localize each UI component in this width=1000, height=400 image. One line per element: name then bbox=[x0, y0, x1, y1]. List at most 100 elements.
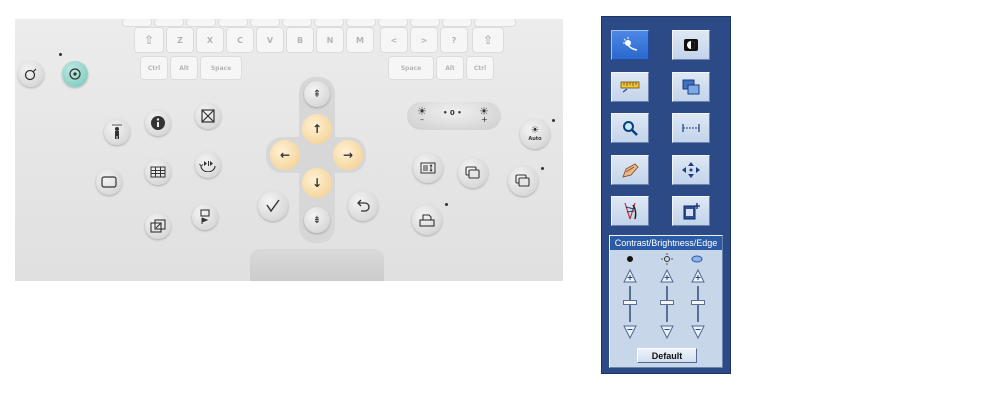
annotate-button[interactable] bbox=[611, 155, 649, 185]
auto-label: Auto bbox=[528, 136, 542, 142]
export-icon bbox=[150, 219, 166, 233]
top-key bbox=[155, 19, 183, 26]
brightness-slider-knob[interactable] bbox=[660, 300, 674, 305]
undo-button[interactable] bbox=[348, 191, 378, 221]
trackpad[interactable] bbox=[250, 249, 384, 281]
arrow-left-button[interactable]: ← bbox=[270, 140, 300, 170]
invert-icon bbox=[684, 39, 698, 51]
distance-measure-button[interactable] bbox=[672, 113, 710, 143]
ruler-icon bbox=[620, 81, 640, 93]
single-screen-button[interactable] bbox=[96, 169, 122, 195]
contrast-icon bbox=[627, 256, 633, 262]
arrow-up-button[interactable]: ↑ bbox=[302, 114, 332, 144]
page-up-button[interactable]: ⇞ bbox=[304, 81, 330, 107]
mode-button[interactable] bbox=[18, 61, 44, 87]
export-image-button[interactable] bbox=[145, 213, 171, 239]
circle-pointer-icon bbox=[24, 68, 37, 81]
arrow-down-button[interactable]: ↓ bbox=[302, 168, 332, 198]
key-period[interactable]: > bbox=[411, 28, 437, 52]
cine-loop-icon bbox=[199, 161, 216, 172]
confirm-button[interactable] bbox=[258, 191, 288, 221]
add-image-icon bbox=[683, 203, 700, 220]
screen-icon bbox=[101, 176, 117, 188]
key-comma[interactable]: < bbox=[381, 28, 407, 52]
grid-layout-button[interactable] bbox=[145, 159, 171, 185]
flag-icon bbox=[200, 209, 210, 224]
move-arrows-icon bbox=[682, 162, 700, 178]
key-x[interactable]: X bbox=[197, 28, 223, 52]
brightness-down-button[interactable] bbox=[660, 325, 674, 339]
print-button[interactable] bbox=[412, 205, 442, 235]
target-mode-button[interactable] bbox=[62, 61, 88, 87]
info-icon bbox=[151, 116, 165, 130]
key-b[interactable]: B bbox=[287, 28, 313, 52]
top-key bbox=[475, 19, 515, 26]
key-alt-right[interactable]: Alt bbox=[437, 57, 463, 79]
key-z[interactable]: Z bbox=[167, 28, 193, 52]
zoom-button[interactable] bbox=[611, 113, 649, 143]
cine-loop-button[interactable] bbox=[195, 152, 221, 178]
contrast-invert-button[interactable] bbox=[672, 30, 710, 60]
sun-icon: ☀ bbox=[530, 125, 540, 136]
top-key bbox=[251, 19, 279, 26]
info-button[interactable] bbox=[145, 110, 171, 136]
top-key bbox=[315, 19, 343, 26]
swap-screen-button[interactable] bbox=[508, 166, 538, 196]
key-alt-left[interactable]: Alt bbox=[171, 57, 197, 79]
patient-button[interactable] bbox=[104, 119, 130, 145]
contrast-slider-knob[interactable] bbox=[623, 300, 637, 305]
contrast-down-button[interactable] bbox=[623, 325, 637, 339]
sub-screen-button[interactable] bbox=[458, 158, 488, 188]
key-n[interactable]: N bbox=[317, 28, 343, 52]
pointer-brightness-icon bbox=[623, 37, 638, 51]
annotation-list-button[interactable] bbox=[413, 153, 443, 183]
top-key bbox=[123, 19, 151, 26]
target-icon bbox=[69, 68, 81, 80]
spine-angle-icon bbox=[624, 202, 637, 220]
contrast-brightness-edge-title: Contrast/Brightness/Edge bbox=[610, 236, 722, 250]
key-shift-left[interactable]: ⇧ bbox=[135, 28, 163, 52]
key-space-left[interactable]: Space bbox=[201, 57, 241, 79]
top-key bbox=[347, 19, 375, 26]
top-key bbox=[219, 19, 247, 26]
top-key bbox=[283, 19, 311, 26]
key-ctrl-left[interactable]: Ctrl bbox=[141, 57, 167, 79]
arrow-right-button[interactable]: → bbox=[333, 140, 363, 170]
page-down-button[interactable]: ⇟ bbox=[304, 207, 330, 233]
spine-measure-button[interactable] bbox=[611, 196, 649, 226]
auto-brightness-button[interactable]: ☀ Auto bbox=[520, 119, 550, 149]
delete-button[interactable] bbox=[195, 103, 221, 129]
distance-icon bbox=[682, 124, 700, 132]
key-c[interactable]: C bbox=[227, 28, 253, 52]
overlap-screens-icon bbox=[465, 166, 480, 179]
key-shift-right[interactable]: ⇧ bbox=[473, 28, 503, 52]
key-v[interactable]: V bbox=[257, 28, 283, 52]
brightness-up-icon: ☀ + bbox=[479, 105, 489, 124]
key-m[interactable]: M bbox=[347, 28, 373, 52]
overlap-screens-icon bbox=[515, 174, 530, 187]
default-button[interactable]: Default bbox=[637, 348, 697, 363]
edge-slider-knob[interactable] bbox=[691, 300, 705, 305]
indicator-dot bbox=[541, 167, 544, 170]
brightness-up-button[interactable] bbox=[660, 269, 674, 283]
key-slash[interactable]: ? bbox=[441, 28, 467, 52]
add-page-button[interactable] bbox=[672, 196, 710, 226]
brightness-tool-button[interactable] bbox=[611, 30, 649, 60]
key-ctrl-right[interactable]: Ctrl bbox=[467, 57, 493, 79]
contrast-up-button[interactable] bbox=[623, 269, 637, 283]
undo-icon bbox=[357, 199, 370, 212]
key-space-right[interactable]: Space bbox=[389, 57, 433, 79]
copy-image-button[interactable] bbox=[672, 72, 710, 102]
edge-up-button[interactable] bbox=[691, 269, 705, 283]
edge-icon bbox=[691, 255, 703, 263]
measure-ruler-button[interactable] bbox=[611, 72, 649, 102]
pen-annotation-icon bbox=[622, 163, 639, 178]
brightness-sun-icon bbox=[661, 253, 673, 265]
crossed-box-icon bbox=[201, 109, 215, 123]
pan-button[interactable] bbox=[672, 155, 710, 185]
grid-icon bbox=[150, 166, 166, 178]
checkmark-icon bbox=[266, 199, 280, 213]
list-arrow-icon bbox=[420, 162, 436, 174]
edge-down-button[interactable] bbox=[691, 325, 705, 339]
marker-button[interactable] bbox=[192, 204, 218, 230]
